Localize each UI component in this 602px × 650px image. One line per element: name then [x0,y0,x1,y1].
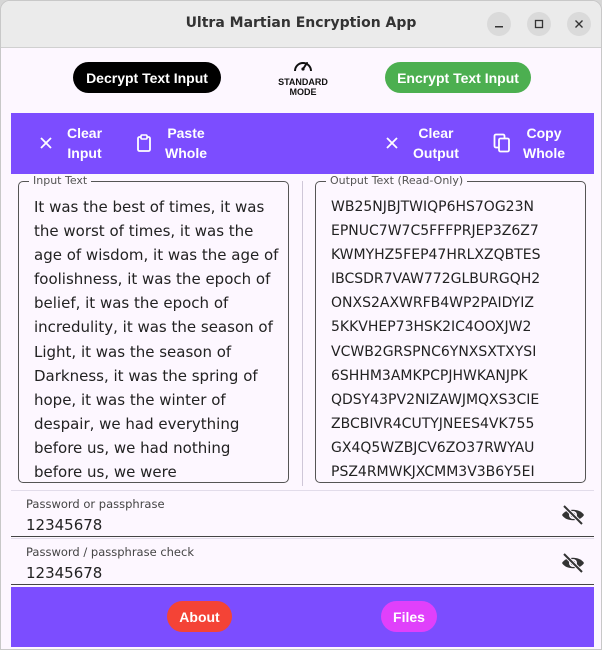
edit-toolbar: Clear Input Paste Whole Clear Output Cop… [11,113,594,174]
output-line: GX4Q5WZBJCV6ZO37RWYAU [331,439,535,456]
output-line: KWMYHZ5FEP47HRLXZQBTES [331,247,541,264]
mode-toggle[interactable]: STANDARD MODE [271,57,335,97]
visibility-off-icon[interactable] [560,503,586,527]
maximize-button[interactable] [527,12,551,36]
output-line: ONXS2AXWRFB4WP2PAIDYIZ [331,295,534,312]
clear-input-button[interactable]: Clear Input [33,123,102,163]
pane-divider[interactable] [302,181,303,486]
password-label: Password or passphrase [26,497,165,511]
minimize-button[interactable] [487,12,511,36]
clear-output-button[interactable]: Clear Output [379,123,459,163]
decrypt-button[interactable]: Decrypt Text Input [73,62,221,93]
output-line: 5KKVHEP73HSK2IC4OOXJW2 [331,319,532,336]
output-line: 6SHHM3AMKPCPJHWKANJPK [331,367,528,384]
input-text-value[interactable]: It was the best of times, it was the wor… [34,195,280,482]
minimize-icon [495,26,503,28]
input-text-area[interactable]: Input Text It was the best of times, it … [18,174,289,483]
encrypt-button[interactable]: Encrypt Text Input [385,62,531,93]
password-input[interactable]: 12345678 [26,516,102,534]
clear-input-label: Clear Input [67,125,103,161]
speedometer-icon [294,62,312,72]
bottom-bar: About Files [11,587,594,647]
app-window: Ultra Martian Encryption App Decrypt Tex… [0,0,602,650]
output-line: IBCSDR7VAW772GLBURGQH2 [331,271,541,288]
close-button[interactable] [567,12,591,36]
output-line: VCWB2GRSPNC6YNXSXTXYSI [331,343,537,360]
maximize-icon [534,19,544,29]
password-field[interactable]: Password or passphrase 12345678 [11,490,594,537]
paste-whole-button[interactable]: Paste Whole [131,123,207,163]
password-check-input[interactable]: 12345678 [26,564,102,582]
output-line: PSZ4RMWKJXCMM3V3B6Y5EI [331,464,535,481]
copy-icon [489,133,515,153]
output-line: WB25NJBJTWIQP6HS7OG23N [331,199,534,215]
action-bar: Decrypt Text Input STANDARD MODE Encrypt… [1,49,601,113]
title-bar: Ultra Martian Encryption App [1,1,601,48]
input-text-label: Input Text [29,174,92,187]
output-text-value[interactable]: WB25NJBJTWIQP6HS7OG23N EPNUC7W7C5FFFPRJE… [331,195,577,482]
files-button[interactable]: Files [381,601,437,632]
mode-label-line2: MODE [289,87,317,97]
output-text-label: Output Text (Read-Only) [326,174,468,187]
output-text-area[interactable]: Output Text (Read-Only) WB25NJBJTWIQP6HS… [315,174,586,483]
close-icon [379,136,405,150]
clipboard-icon [131,134,157,152]
paste-whole-label: Paste Whole [165,125,207,161]
output-line: ZBCBIVR4CUTYJNEES4VK755 [331,415,535,432]
output-line: EPNUC7W7C5FFFPRJEP3Z6Z7 [331,223,539,240]
close-icon [33,136,59,150]
clear-output-label: Clear Output [413,125,459,161]
mode-label-line1: STANDARD [278,77,328,87]
output-line: QDSY43PV2NIZAWJMQXS3CIE [331,391,540,408]
visibility-off-icon[interactable] [560,551,586,575]
copy-whole-button[interactable]: Copy Whole [489,123,565,163]
close-icon [575,20,583,28]
copy-whole-label: Copy Whole [523,125,565,161]
password-check-label: Password / passphrase check [26,545,194,559]
about-button[interactable]: About [167,601,232,632]
password-check-field[interactable]: Password / passphrase check 12345678 [11,538,594,585]
window-title: Ultra Martian Encryption App [185,15,417,31]
